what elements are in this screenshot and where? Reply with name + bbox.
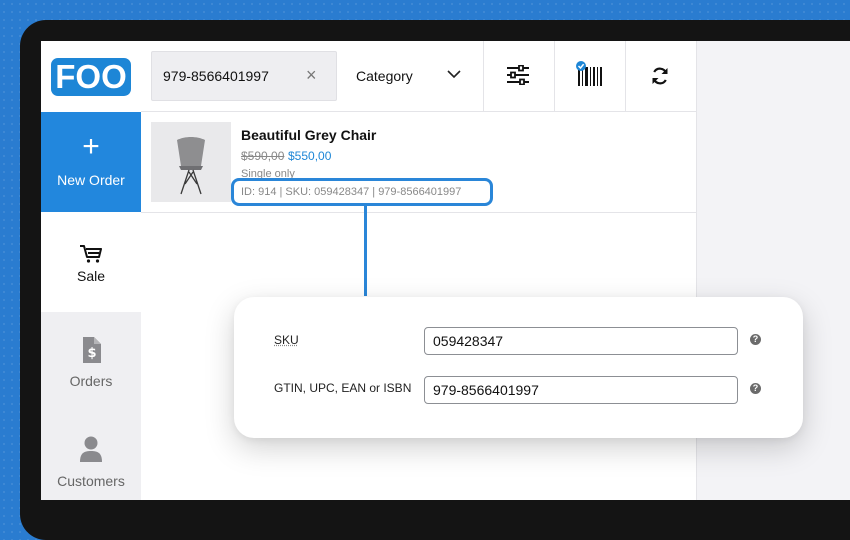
plus-icon: + bbox=[82, 130, 100, 163]
sidebar: FOO + New Order Sale $ Orders Customers bbox=[41, 41, 141, 500]
product-sale-price: $550,00 bbox=[288, 149, 332, 163]
help-icon[interactable]: ? bbox=[750, 383, 761, 394]
callout-connector bbox=[364, 206, 367, 296]
sidebar-item-customers[interactable]: Customers bbox=[41, 412, 141, 500]
logo-area: FOO bbox=[41, 41, 141, 112]
chair-image bbox=[177, 137, 205, 195]
help-icon[interactable]: ? bbox=[750, 334, 761, 345]
clear-icon[interactable]: × bbox=[306, 65, 317, 86]
filter-button[interactable] bbox=[483, 41, 555, 111]
user-icon bbox=[80, 436, 102, 462]
document-dollar-icon: $ bbox=[83, 337, 101, 363]
product-old-price: $590,00 bbox=[241, 149, 285, 163]
foo-logo: FOO bbox=[51, 58, 131, 96]
sidebar-item-label: Customers bbox=[57, 473, 125, 489]
barcode-icon bbox=[576, 61, 602, 86]
sku-field[interactable]: 059428347 bbox=[424, 327, 738, 355]
gtin-label: GTIN, UPC, EAN or ISBN bbox=[274, 381, 412, 395]
product-identifiers-card: SKU 059428347 ? GTIN, UPC, EAN or ISBN 9… bbox=[234, 297, 803, 438]
meta-highlight bbox=[231, 178, 493, 206]
barcode-scanner-button[interactable] bbox=[554, 41, 626, 111]
product-thumbnail bbox=[151, 122, 231, 202]
toolbar: 979-8566401997 × Category bbox=[141, 41, 696, 112]
sidebar-item-label: New Order bbox=[57, 172, 125, 188]
sliders-icon bbox=[507, 65, 529, 85]
search-input[interactable]: 979-8566401997 × bbox=[151, 51, 337, 101]
search-value: 979-8566401997 bbox=[163, 68, 269, 84]
sidebar-item-label: Sale bbox=[76, 268, 106, 284]
sidebar-item-label: Orders bbox=[69, 373, 113, 389]
category-select[interactable]: Category bbox=[337, 41, 484, 111]
svg-text:$: $ bbox=[87, 346, 96, 361]
cart-icon bbox=[80, 245, 102, 263]
chevron-down-icon bbox=[447, 70, 461, 79]
refresh-icon bbox=[652, 67, 668, 85]
sku-label: SKU bbox=[274, 333, 299, 347]
product-name: Beautiful Grey Chair bbox=[241, 127, 377, 143]
sidebar-item-sale[interactable]: Sale bbox=[41, 212, 141, 312]
refresh-button[interactable] bbox=[625, 41, 696, 111]
sidebar-item-new-order[interactable]: + New Order bbox=[41, 112, 141, 212]
gtin-field[interactable]: 979-8566401997 bbox=[424, 376, 738, 404]
category-label: Category bbox=[356, 68, 413, 84]
sidebar-item-orders[interactable]: $ Orders bbox=[41, 312, 141, 412]
